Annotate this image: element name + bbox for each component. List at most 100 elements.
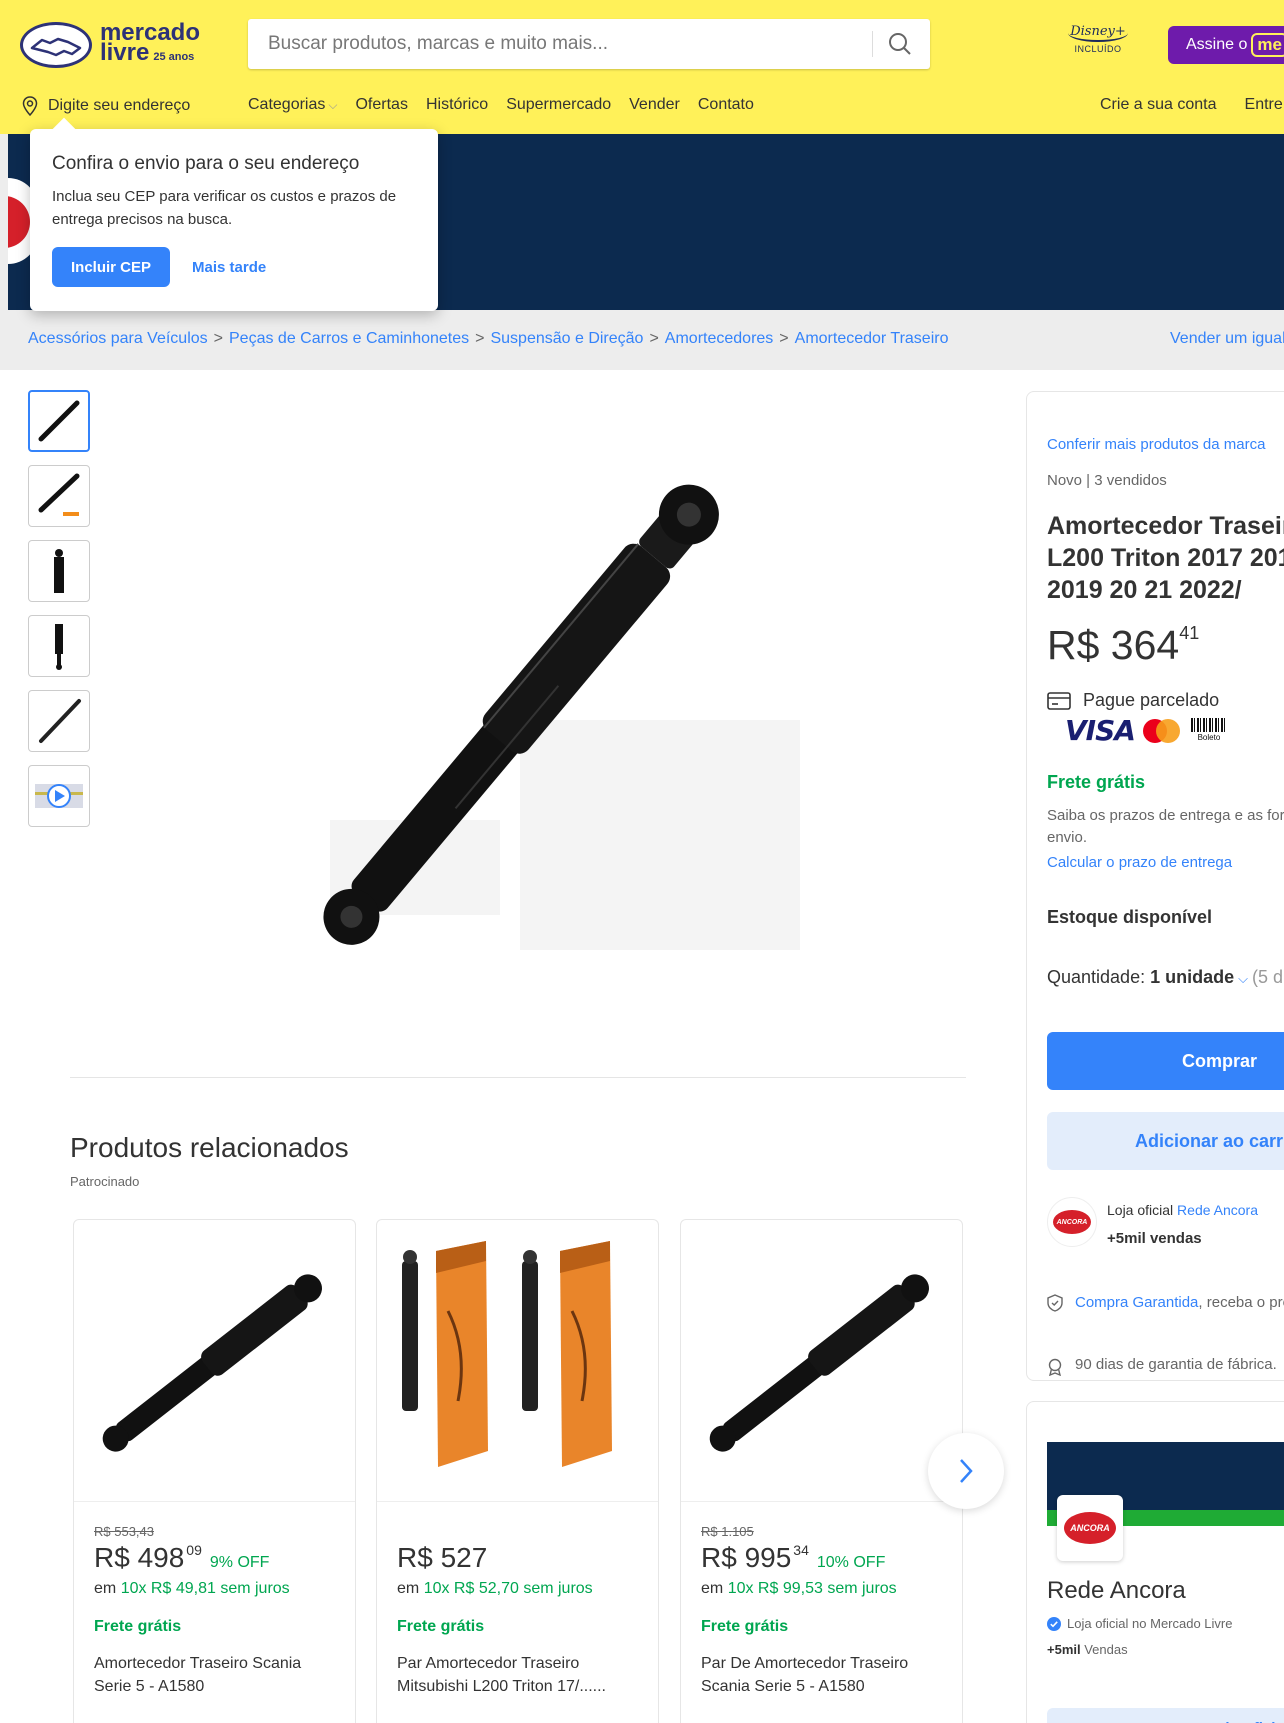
address-label: Digite seu endereço — [48, 97, 191, 114]
mastercard-icon — [1142, 718, 1181, 744]
include-cep-button[interactable]: Incluir CEP — [52, 247, 170, 287]
product-card-image — [377, 1220, 658, 1502]
video-thumbnail[interactable] — [28, 765, 90, 827]
disney-included: INCLUÍDO — [1074, 44, 1122, 54]
thumbnail-5[interactable] — [28, 690, 90, 752]
sell-similar-link[interactable]: Vender um igual — [1170, 330, 1284, 348]
thumbnail-4[interactable] — [28, 615, 90, 677]
location-pin-icon — [22, 96, 38, 116]
old-price: R$ 1.105 — [701, 1524, 754, 1539]
award-ribbon-icon — [1048, 1358, 1062, 1376]
guarantee-link[interactable]: Compra Garantida — [1075, 1294, 1198, 1311]
search-input[interactable] — [248, 19, 868, 69]
play-video-icon — [35, 784, 83, 808]
breadcrumb-separator: > — [649, 330, 659, 347]
warranty-text: 90 dias de garantia de fábrica. — [1075, 1356, 1277, 1373]
subscribe-button[interactable]: Assine o me — [1168, 26, 1284, 64]
quantity-label: Quantidade: — [1047, 967, 1146, 987]
stock-status: Estoque disponível — [1047, 907, 1213, 927]
thumbnail-3[interactable] — [28, 540, 90, 602]
nav-contato[interactable]: Contato — [698, 96, 754, 114]
address-link[interactable]: Digite seu endereço — [22, 96, 190, 116]
visa-logo: VISA — [1065, 714, 1136, 747]
header: mercado livre25 anos Disney+ INCLUÍDO As… — [0, 0, 1284, 134]
disney-logo: Disney+ — [1068, 24, 1128, 42]
later-button[interactable]: Mais tarde — [192, 259, 266, 276]
breadcrumb-item[interactable]: Suspensão e Direção — [490, 330, 643, 347]
seller-sales: +5mil Vendas — [1047, 1642, 1128, 1657]
section-divider — [70, 1077, 966, 1078]
price: R$ 527 — [397, 1542, 638, 1574]
disney-plus-badge[interactable]: Disney+ INCLUÍDO — [1068, 24, 1128, 70]
product-name: Par Amortecedor Traseiro Mitsubishi L200… — [397, 1655, 606, 1695]
nav-categorias-label: Categorias — [248, 96, 326, 113]
go-to-store-button[interactable]: Ir para Loja Oficial — [1047, 1708, 1284, 1723]
breadcrumb-separator: > — [213, 330, 223, 347]
store-logo[interactable]: ANCORA — [1047, 1197, 1097, 1247]
thumbnail-2[interactable] — [28, 465, 90, 527]
price-cents: 09 — [186, 1542, 202, 1558]
carousel-next-button[interactable] — [928, 1433, 1004, 1509]
product-name: Amortecedor Traseiro Scania Serie 5 - A1… — [94, 1655, 302, 1695]
discount-badge: 10% OFF — [816, 1554, 886, 1571]
seller-name: Rede Ancora — [1047, 1577, 1186, 1604]
logo-badge: 25 anos — [153, 51, 195, 63]
official-store-badge: Loja oficial no Mercado Livre — [1047, 1616, 1232, 1631]
breadcrumb-separator: > — [475, 330, 485, 347]
nav-supermercado[interactable]: Supermercado — [506, 96, 611, 114]
installments-prefix: em — [94, 1580, 117, 1597]
chevron-down-icon: ⌵ — [328, 98, 338, 112]
nav-bar: Digite seu endereço Categorias ⌵ Ofertas … — [0, 96, 1284, 120]
installments-value: 10x R$ 99,53 sem juros — [727, 1580, 897, 1597]
store-name-link[interactable]: Rede Ancora — [1177, 1202, 1258, 1218]
chevron-down-icon: ⌵ — [1238, 971, 1248, 986]
handshake-icon — [20, 22, 92, 68]
installments-value: 10x R$ 49,81 sem juros — [120, 1580, 290, 1597]
nav-categorias[interactable]: Categorias ⌵ — [248, 96, 337, 114]
free-shipping: Frete grátis — [94, 1618, 182, 1635]
breadcrumb-separator: > — [779, 330, 789, 347]
official-store-text: Loja oficial no Mercado Livre — [1067, 1616, 1233, 1631]
installments-prefix: em — [397, 1580, 420, 1597]
chevron-right-icon — [960, 1459, 973, 1483]
breadcrumb-item[interactable]: Amortecedor Traseiro — [795, 330, 949, 347]
purchase-guarantee: Compra Garantida, receba o produto que e… — [1047, 1292, 1284, 1314]
product-card[interactable]: R$ 1.105 R$ 995 34 10% OFF em 10x R$ 99,53… — [680, 1219, 963, 1723]
price: R$ 498 09 9% OFF — [94, 1542, 335, 1574]
breadcrumb-item[interactable]: Peças de Carros e Caminhonetes — [229, 330, 469, 347]
buy-now-button[interactable]: Comprar — [1047, 1032, 1284, 1090]
breadcrumb-item[interactable]: Acessórios para Veículos — [28, 330, 208, 347]
price-cents: 34 — [793, 1542, 809, 1558]
address-popup: Confira o envio para o seu endereço Incl… — [30, 129, 438, 311]
shipping-info: Saiba os prazos de entrega e as formas d… — [1047, 807, 1284, 846]
brand-products-link[interactable]: Conferir mais produtos da marca — [1047, 436, 1265, 453]
quantity-selector[interactable]: Quantidade: 1 unidade⌵(5 disponíveis) — [1047, 967, 1284, 988]
installments-prefix: em — [701, 1580, 724, 1597]
official-store-prefix: Loja oficial — [1107, 1202, 1174, 1218]
free-shipping: Frete grátis — [701, 1618, 789, 1635]
add-to-cart-button[interactable]: Adicionar ao carrinho — [1047, 1112, 1284, 1170]
subscribe-label: Assine o — [1186, 36, 1248, 53]
payment-options[interactable]: Pague parcelado — [1047, 690, 1219, 711]
login-link[interactable]: Entre — [1245, 96, 1283, 114]
create-account-link[interactable]: Crie a sua conta — [1100, 96, 1217, 114]
installments: em 10x R$ 99,53 sem juros — [701, 1580, 942, 1598]
nav-historico[interactable]: Histórico — [426, 96, 488, 114]
calculate-shipping-link[interactable]: Calcular o prazo de entrega — [1047, 854, 1232, 871]
breadcrumb-item[interactable]: Amortecedores — [665, 330, 774, 347]
product-main-image[interactable] — [240, 450, 820, 950]
price-value: R$ 995 — [701, 1542, 792, 1573]
product-card[interactable]: R$ 553,43 R$ 498 09 9% OFF em 10x R$ 49,81… — [73, 1219, 356, 1723]
search-icon[interactable] — [884, 29, 916, 59]
price-value: R$ 498 — [94, 1542, 185, 1573]
seller-logo[interactable]: ANCORA — [1057, 1495, 1123, 1561]
mercado-livre-logo[interactable]: mercado livre 25 anos — [20, 20, 200, 70]
product-card[interactable]: R$ 527 em 10x R$ 52,70 sem juros Frete g… — [376, 1219, 659, 1723]
old-price — [397, 1524, 638, 1540]
product-name: Par De Amortecedor Traseiro Scania Serie… — [701, 1655, 909, 1695]
thumbnail-1[interactable] — [28, 390, 90, 452]
sponsored-label: Patrocinado — [70, 1174, 140, 1189]
nav-ofertas[interactable]: Ofertas — [355, 96, 407, 114]
seller-sales-count: +5mil — [1047, 1642, 1081, 1657]
nav-vender[interactable]: Vender — [629, 96, 680, 114]
